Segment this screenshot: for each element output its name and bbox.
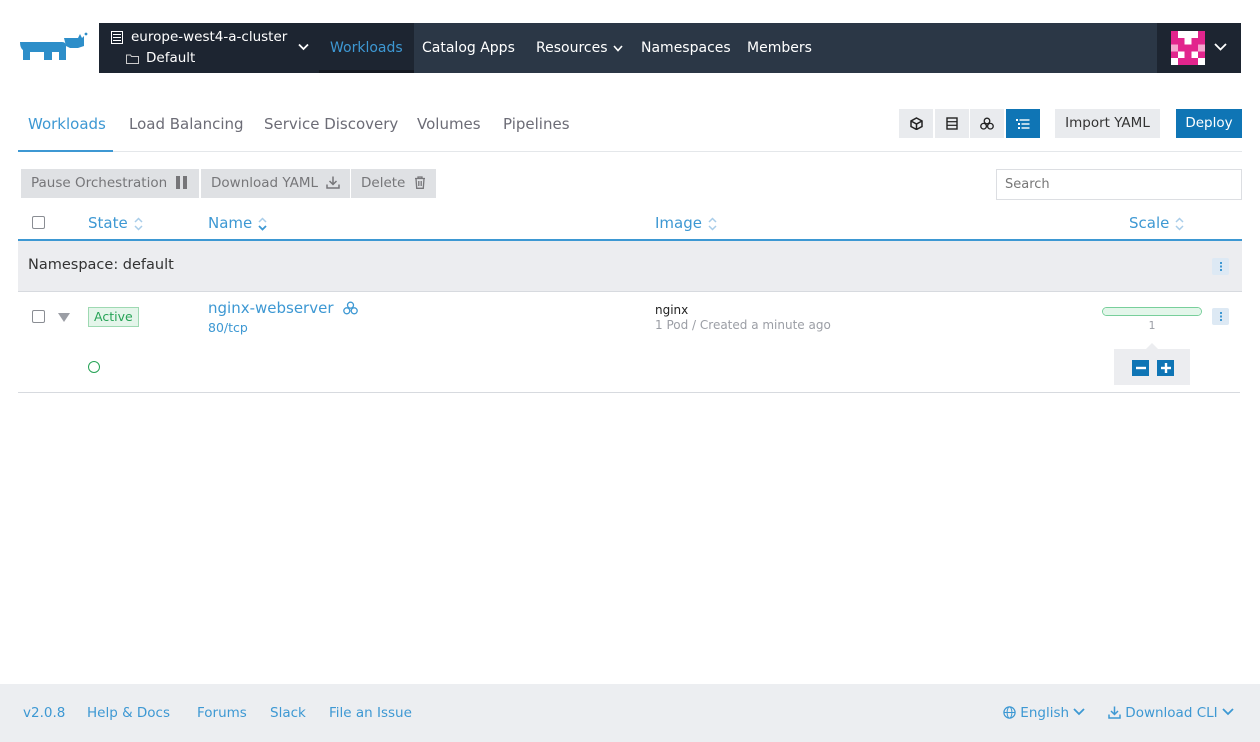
avatar	[1171, 31, 1205, 65]
cluster-icon	[980, 117, 994, 130]
language-selector[interactable]: English	[1003, 705, 1085, 721]
file-issue-link[interactable]: File an Issue	[329, 705, 412, 721]
cluster-project-switcher[interactable]: europe-west4-a-cluster Default	[99, 23, 319, 73]
tab-workloads[interactable]: Workloads	[28, 115, 106, 133]
namespace-group-row: Namespace: default	[18, 241, 1242, 292]
cube-icon	[909, 117, 923, 130]
sort-descending-icon	[258, 216, 267, 231]
footer: v2.0.8 Help & Docs Forums Slack File an …	[0, 684, 1260, 742]
globe-icon	[1003, 705, 1016, 719]
cluster-icon	[343, 301, 359, 314]
nav-namespaces[interactable]: Namespaces	[641, 23, 731, 73]
chevron-down-icon	[612, 44, 623, 52]
scale-progress-fill	[1103, 308, 1201, 315]
download-cli-link[interactable]: Download CLI	[1108, 705, 1234, 721]
download-yaml-button[interactable]: Download YAML	[201, 169, 351, 198]
plus-icon	[1160, 363, 1171, 373]
help-docs-link[interactable]: Help & Docs	[87, 705, 170, 721]
tab-pipelines[interactable]: Pipelines	[503, 115, 570, 133]
column-state[interactable]: State	[88, 214, 143, 232]
scale-progress-bar	[1102, 307, 1202, 316]
row-actions-menu[interactable]	[1212, 308, 1229, 325]
table-row: Active nginx-webserver 80/tcp nginx 1 Po…	[18, 293, 1240, 393]
scale-count: 1	[1148, 319, 1156, 332]
nav-workloads[interactable]: Workloads	[319, 23, 414, 73]
group-actions-menu[interactable]	[1212, 258, 1229, 275]
server-icon	[111, 31, 123, 44]
group-view-button[interactable]	[970, 109, 1004, 138]
project-name: Default	[146, 50, 196, 66]
node-view-button[interactable]	[934, 109, 969, 138]
download-icon	[1108, 706, 1121, 719]
download-icon	[326, 176, 341, 189]
sort-icon	[708, 216, 717, 231]
trash-icon	[414, 175, 425, 189]
select-all-checkbox[interactable]	[32, 216, 45, 229]
sort-icon	[1175, 216, 1184, 231]
server-icon	[945, 117, 958, 130]
tab-volumes[interactable]: Volumes	[417, 115, 481, 133]
namespace-view-button[interactable]	[899, 109, 933, 138]
chevron-down-icon	[1073, 708, 1085, 716]
kebab-icon	[1219, 312, 1222, 321]
column-name[interactable]: Name	[208, 214, 267, 232]
pause-orchestration-button[interactable]: Pause Orchestration	[21, 169, 200, 198]
tab-service-discovery[interactable]: Service Discovery	[264, 115, 398, 133]
sort-icon	[134, 216, 143, 231]
user-menu[interactable]	[1157, 23, 1241, 73]
view-mode-toggle	[899, 109, 1041, 138]
table-header: State Name Image Scale	[18, 207, 1242, 241]
status-badge: Active	[88, 307, 139, 327]
nav-members[interactable]: Members	[747, 23, 812, 73]
workload-name-link[interactable]: nginx-webserver	[208, 299, 359, 317]
column-scale[interactable]: Scale	[1129, 214, 1184, 232]
nav-resources[interactable]: Resources	[536, 23, 623, 73]
search-input[interactable]	[996, 169, 1242, 200]
delete-button[interactable]: Delete	[351, 169, 436, 198]
port-link[interactable]: 80/tcp	[208, 320, 248, 335]
slack-link[interactable]: Slack	[270, 705, 306, 721]
pod-status-indicator[interactable]	[88, 361, 100, 373]
scale-down-button[interactable]	[1132, 360, 1149, 376]
rancher-logo[interactable]	[18, 30, 88, 66]
deploy-button[interactable]: Deploy	[1176, 109, 1242, 138]
folder-icon	[126, 54, 139, 64]
pause-icon	[176, 175, 188, 189]
scale-stepper	[1114, 343, 1190, 385]
version-link[interactable]: v2.0.8	[23, 705, 65, 721]
chevron-down-icon	[298, 43, 309, 51]
forums-link[interactable]: Forums	[197, 705, 247, 721]
kebab-icon	[1219, 262, 1222, 271]
chevron-down-icon	[1222, 708, 1234, 716]
scale-up-button[interactable]	[1157, 360, 1174, 376]
expand-caret-icon[interactable]	[58, 313, 70, 322]
list-view-button[interactable]	[1005, 109, 1040, 138]
nav-catalog-apps[interactable]: Catalog Apps	[422, 23, 515, 73]
row-checkbox[interactable]	[32, 310, 45, 323]
import-yaml-button[interactable]: Import YAML	[1055, 109, 1160, 138]
cluster-name: europe-west4-a-cluster	[131, 29, 288, 45]
namespace-group-label: Namespace: default	[28, 257, 174, 273]
list-icon	[1015, 118, 1029, 129]
active-tab-indicator	[18, 150, 113, 152]
minus-icon	[1135, 366, 1146, 370]
tab-load-balancing[interactable]: Load Balancing	[129, 115, 244, 133]
top-navigation-bar: europe-west4-a-cluster Default Workloads…	[99, 23, 1241, 73]
workload-meta: 1 Pod / Created a minute ago	[655, 318, 831, 332]
chevron-down-icon	[1214, 43, 1227, 51]
image-name: nginx	[655, 303, 689, 317]
column-image[interactable]: Image	[655, 214, 717, 232]
